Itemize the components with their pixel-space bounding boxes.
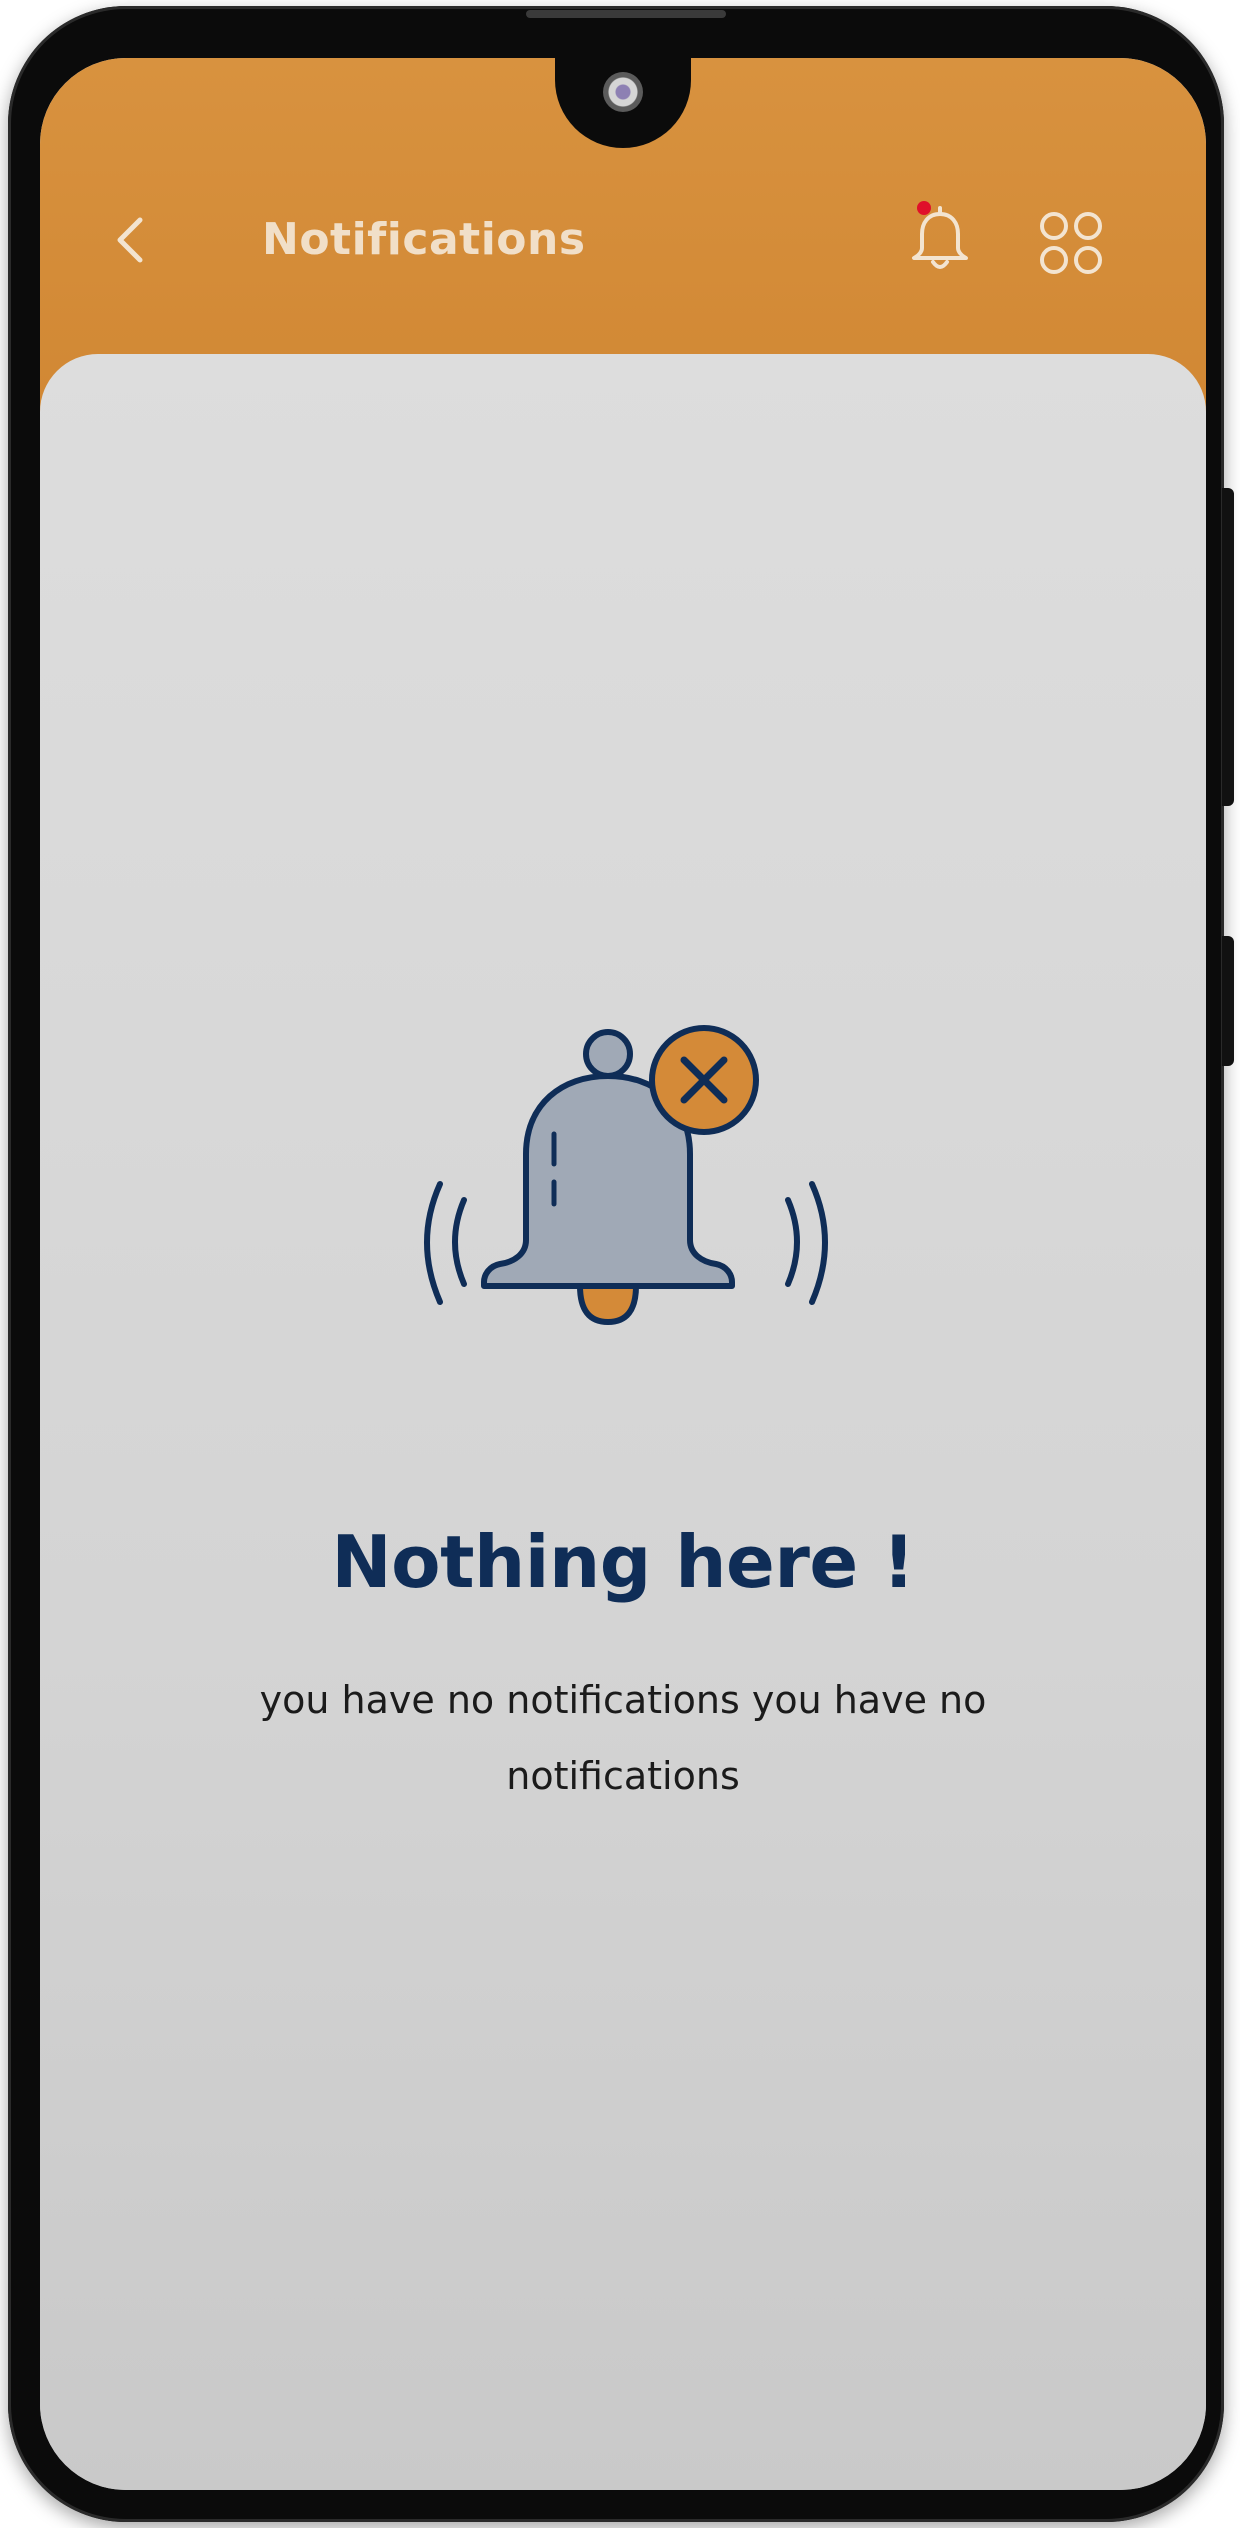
volume-button	[1222, 936, 1234, 1066]
phone-frame: Notifications Nothing here ! you have no…	[8, 6, 1234, 2522]
notifications-button[interactable]	[900, 196, 980, 280]
power-button	[1222, 488, 1234, 806]
empty-state-title: Nothing here !	[331, 1520, 915, 1604]
earpiece-speaker	[526, 10, 726, 18]
empty-state-message: you have no notifications you have no no…	[259, 1678, 987, 1798]
grid-circles-icon	[1040, 212, 1102, 274]
phone-screen: Notifications Nothing here ! you have no…	[40, 58, 1206, 2490]
notifications-content: Nothing here ! you have no notifications…	[40, 354, 1206, 2490]
back-button[interactable]	[100, 208, 164, 272]
chevron-left-icon	[117, 217, 143, 263]
bell-off-icon	[424, 1025, 828, 1325]
front-camera	[603, 72, 643, 112]
bell-icon	[912, 201, 968, 269]
page-title: Notifications	[262, 214, 586, 265]
camera-notch	[555, 58, 691, 148]
unread-dot	[917, 201, 931, 215]
menu-grid-button[interactable]	[1036, 208, 1106, 278]
